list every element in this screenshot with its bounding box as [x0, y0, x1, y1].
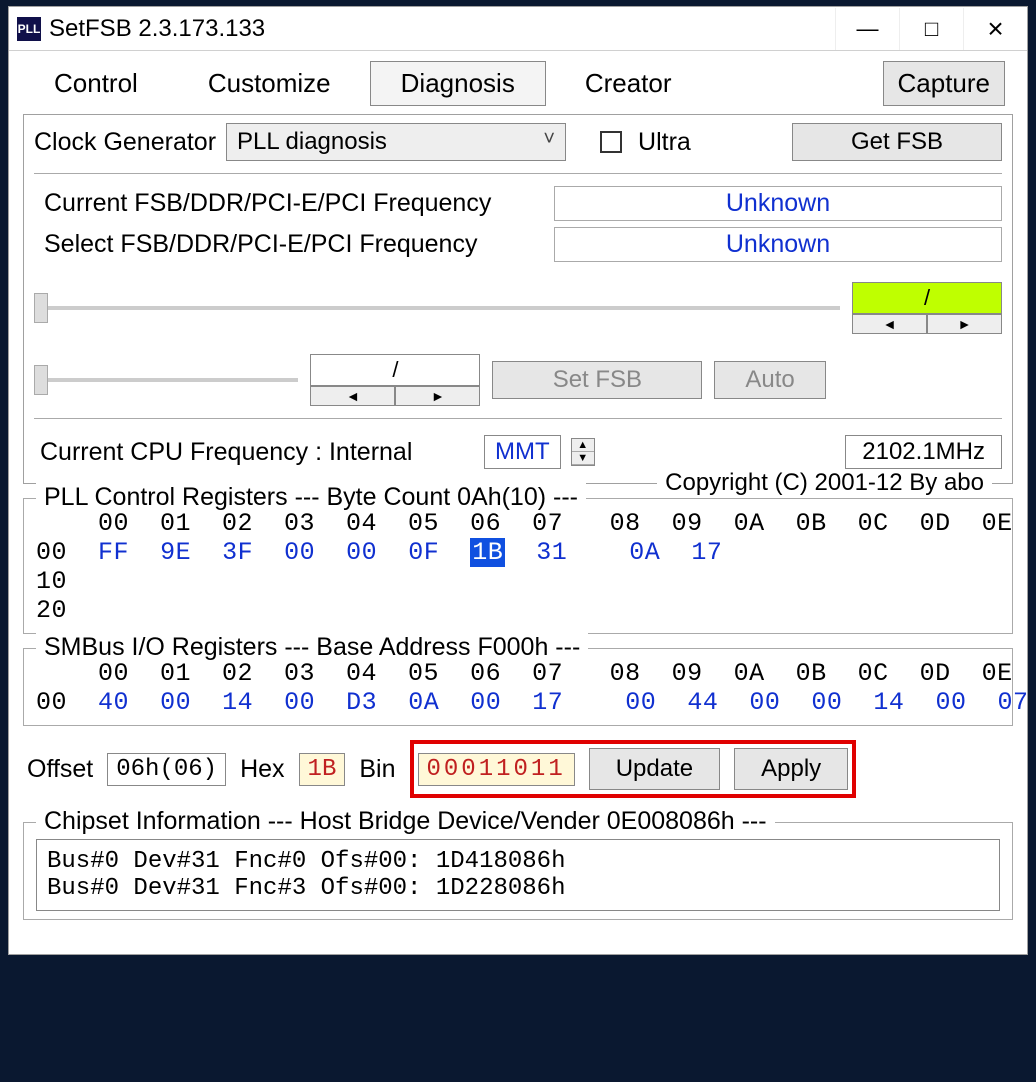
tab-bar: Control Customize Diagnosis Creator Capt…	[23, 61, 1013, 106]
slider2-inc[interactable]: ►	[395, 386, 480, 406]
bin-label: Bin	[359, 755, 395, 784]
maximize-button[interactable]: □	[899, 8, 963, 50]
capture-button[interactable]: Capture	[883, 61, 1006, 106]
chipset-info-text: Bus#0 Dev#31 Fnc#0 Ofs#00: 1D418086h Bus…	[36, 839, 1000, 911]
slider1-dec[interactable]: ◄	[852, 314, 927, 334]
content-area: Control Customize Diagnosis Creator Capt…	[9, 51, 1027, 954]
close-button[interactable]: ×	[963, 8, 1027, 50]
fsb-slider-2[interactable]	[34, 373, 298, 387]
copyright-text: Copyright (C) 2001-12 By abo	[657, 469, 992, 497]
pll-registers-group: PLL Control Registers --- Byte Count 0Ah…	[23, 498, 1013, 634]
hex-row[interactable]: 10	[36, 567, 1000, 596]
cpu-mode-spinner[interactable]: ▲▼	[571, 438, 595, 466]
pll-registers-title: PLL Control Registers --- Byte Count 0Ah…	[36, 483, 586, 512]
get-fsb-button[interactable]: Get FSB	[792, 123, 1002, 161]
hex-row[interactable]: 20	[36, 596, 1000, 625]
apply-button[interactable]: Apply	[734, 748, 848, 790]
hex-row[interactable]: 00 FF 9E 3F 00 00 0F 1B 31 0A 17	[36, 538, 1000, 567]
titlebar: PLL SetFSB 2.3.173.133 — □ ×	[9, 7, 1027, 51]
select-freq-label: Select FSB/DDR/PCI-E/PCI Frequency	[34, 230, 554, 259]
clock-generator-select[interactable]: PLL diagnosis	[226, 123, 566, 161]
current-freq-label: Current FSB/DDR/PCI-E/PCI Frequency	[34, 189, 554, 218]
bin-input[interactable]: 00011011	[418, 753, 575, 786]
smbus-registers-group: SMBus I/O Registers --- Base Address F00…	[23, 648, 1013, 726]
update-button[interactable]: Update	[589, 748, 720, 790]
smbus-header-row: 00 01 02 03 04 05 06 07 08 09 0A 0B 0C 0…	[36, 659, 1000, 688]
slider1-display: /	[852, 282, 1002, 314]
tab-control[interactable]: Control	[23, 61, 169, 106]
hex-input[interactable]: 1B	[299, 753, 346, 786]
clock-generator-label: Clock Generator	[34, 128, 216, 157]
auto-button[interactable]: Auto	[714, 361, 825, 399]
slider1-readout: / ◄ ►	[852, 282, 1002, 334]
hex-label: Hex	[240, 755, 284, 784]
register-edit-row: Offset 06h(06) Hex 1B Bin 00011011 Updat…	[27, 740, 1009, 798]
tab-diagnosis[interactable]: Diagnosis	[370, 61, 546, 106]
minimize-button[interactable]: —	[835, 8, 899, 50]
slider2-display: /	[310, 354, 480, 386]
ultra-label: Ultra	[638, 128, 691, 157]
tab-customize[interactable]: Customize	[177, 61, 362, 106]
current-freq-value: Unknown	[554, 186, 1002, 221]
highlighted-controls: 00011011 Update Apply	[410, 740, 857, 798]
ultra-checkbox[interactable]	[600, 131, 622, 153]
slider2-readout: / ◄ ►	[310, 354, 480, 406]
window-title: SetFSB 2.3.173.133	[49, 15, 265, 43]
chipset-info-group: Chipset Information --- Host Bridge Devi…	[23, 822, 1013, 920]
hex-row[interactable]: 00 40 00 14 00 D3 0A 00 17 00 44 00 00 1…	[36, 688, 1000, 717]
chipset-info-title: Chipset Information --- Host Bridge Devi…	[36, 807, 775, 836]
cpu-freq-label: Current CPU Frequency : Internal	[34, 438, 474, 467]
smbus-registers-title: SMBus I/O Registers --- Base Address F00…	[36, 633, 588, 662]
slider1-inc[interactable]: ►	[927, 314, 1002, 334]
tab-creator[interactable]: Creator	[554, 61, 703, 106]
select-freq-value: Unknown	[554, 227, 1002, 262]
app-icon: PLL	[17, 17, 41, 41]
slider2-dec[interactable]: ◄	[310, 386, 395, 406]
pll-header-row: 00 01 02 03 04 05 06 07 08 09 0A 0B 0C 0…	[36, 509, 1000, 538]
cpu-mhz-box: 2102.1MHz	[845, 435, 1002, 469]
fsb-slider-1[interactable]	[34, 301, 840, 315]
offset-label: Offset	[27, 755, 93, 784]
cpu-mode-box: MMT	[484, 435, 561, 469]
main-panel: Clock Generator PLL diagnosis Ultra Get …	[23, 114, 1013, 484]
offset-input[interactable]: 06h(06)	[107, 753, 226, 786]
app-window: PLL SetFSB 2.3.173.133 — □ × Control Cus…	[8, 6, 1028, 955]
set-fsb-button[interactable]: Set FSB	[492, 361, 702, 399]
